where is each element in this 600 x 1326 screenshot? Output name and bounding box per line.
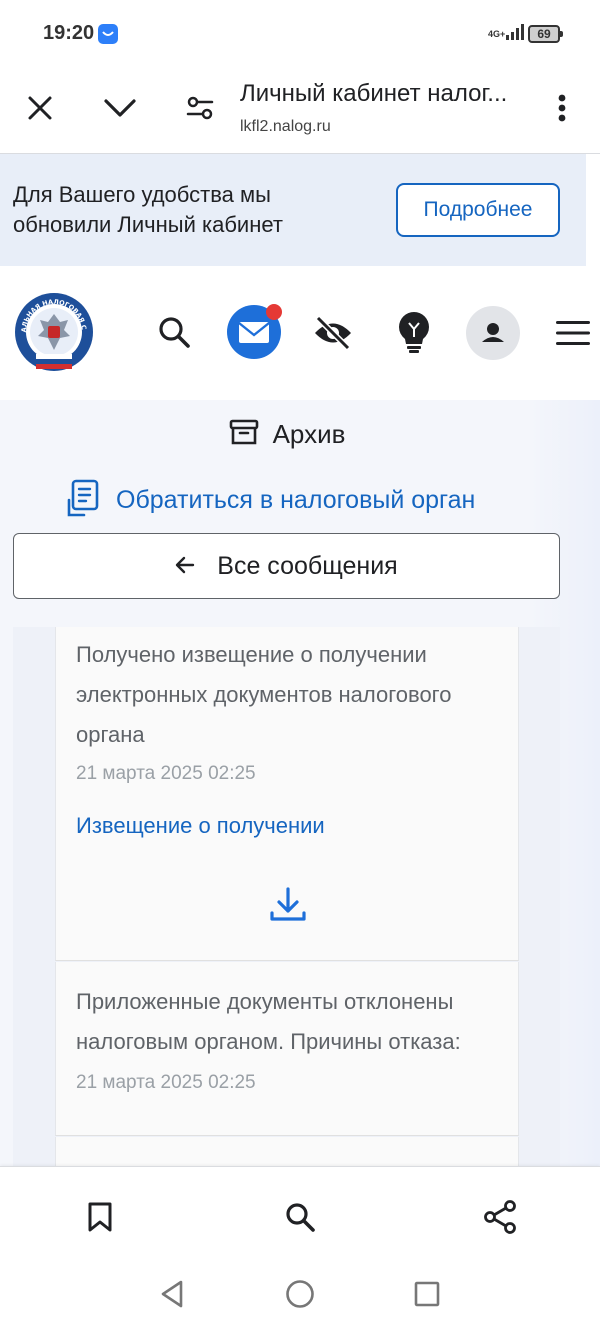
status-time: 19:20 xyxy=(43,22,95,44)
visually-impaired-icon[interactable] xyxy=(310,310,356,356)
all-messages-label: Все сообщения xyxy=(217,551,398,580)
menu-icon[interactable] xyxy=(552,316,594,350)
recents-square-icon[interactable] xyxy=(407,1274,447,1314)
chevron-down-icon[interactable] xyxy=(100,88,140,128)
status-indicators: 4G+ 69 xyxy=(488,23,563,45)
fns-logo[interactable]: ФЕДЕРАЛЬНАЯ НАЛОГОВАЯ СЛУЖБА xyxy=(10,286,94,372)
battery-indicator: 69 xyxy=(528,25,563,43)
download-icon[interactable] xyxy=(268,885,308,925)
message-date: 21 марта 2025 02:25 xyxy=(76,763,256,784)
message-card[interactable]: Получено извещение о получении электронн… xyxy=(55,627,519,961)
notice-link[interactable]: Извещение о получении xyxy=(76,813,325,839)
more-options-icon[interactable] xyxy=(542,88,582,128)
bookmark-icon[interactable] xyxy=(80,1197,120,1237)
archive-label: Архив xyxy=(272,418,346,449)
arrow-left-icon xyxy=(175,556,195,577)
messages-icon[interactable] xyxy=(226,304,282,360)
details-button[interactable]: Подробнее xyxy=(396,183,560,237)
unread-badge xyxy=(266,304,282,320)
contact-link-label: Обратиться в налоговый орган xyxy=(116,485,476,514)
message-text: Приложенные документы отклонены налоговы… xyxy=(76,989,461,1054)
app-notification-icon xyxy=(98,24,118,44)
message-card[interactable]: Приложенные документы отклонены налоговы… xyxy=(55,962,519,1136)
archive-link[interactable]: Архив xyxy=(0,414,574,454)
share-icon[interactable] xyxy=(480,1197,520,1237)
all-messages-button[interactable]: Все сообщения xyxy=(13,533,560,599)
network-type: 4G+ xyxy=(488,28,506,39)
banner-text: Для Вашего удобства мы обновили Личный к… xyxy=(13,182,283,237)
browser-bottom-bar xyxy=(0,1166,600,1266)
home-circle-icon[interactable] xyxy=(280,1274,320,1314)
update-banner: Для Вашего удобства мы обновили Личный к… xyxy=(0,154,586,266)
document-request-icon xyxy=(66,478,100,523)
contact-tax-authority-link[interactable]: Обратиться в налоговый орган xyxy=(66,478,475,522)
lightbulb-icon[interactable] xyxy=(392,308,436,356)
status-bar: 19:20 4G+ 69 xyxy=(0,0,600,66)
archive-icon xyxy=(229,418,259,451)
page-title: Личный кабинет налог... xyxy=(240,80,508,107)
profile-avatar-icon[interactable] xyxy=(466,306,520,360)
find-in-page-icon[interactable] xyxy=(280,1197,320,1237)
message-text: Получено извещение о получении электронн… xyxy=(76,642,452,747)
message-date: 21 марта 2025 02:25 xyxy=(76,1072,256,1093)
back-triangle-icon[interactable] xyxy=(152,1274,192,1314)
signal-icon xyxy=(506,23,524,45)
system-navigation-bar xyxy=(0,1266,600,1326)
site-settings-icon[interactable] xyxy=(180,88,220,128)
close-icon[interactable] xyxy=(20,88,60,128)
page-url: lkfl2.nalog.ru xyxy=(240,118,331,135)
search-icon[interactable] xyxy=(152,310,196,354)
browser-toolbar: Личный кабинет налог... lkfl2.nalog.ru xyxy=(0,66,600,154)
